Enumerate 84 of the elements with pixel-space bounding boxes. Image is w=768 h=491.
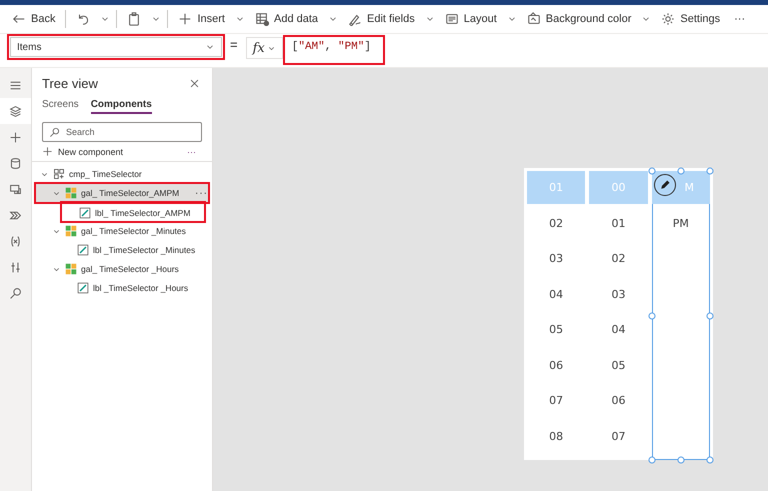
pen-icon bbox=[348, 12, 362, 26]
property-dropdown[interactable]: Items bbox=[10, 37, 222, 57]
gallery-item[interactable]: 02 bbox=[589, 242, 648, 275]
resize-handle[interactable] bbox=[706, 456, 714, 464]
database-icon bbox=[9, 156, 22, 170]
gallery-item[interactable]: 05 bbox=[589, 348, 648, 382]
plus-icon bbox=[42, 146, 53, 157]
tree-item-label: cmp_ TimeSelector bbox=[69, 169, 142, 179]
panel-title: Tree view bbox=[42, 76, 98, 91]
resize-handle[interactable] bbox=[648, 456, 656, 464]
plus-icon bbox=[9, 130, 22, 144]
tree-item[interactable]: lbl _TimeSelector _Hours bbox=[36, 279, 208, 297]
search-field[interactable]: Search bbox=[42, 122, 202, 142]
label-icon bbox=[77, 282, 89, 294]
resize-handle[interactable] bbox=[677, 456, 684, 464]
variable-icon bbox=[9, 234, 22, 248]
label-icon bbox=[79, 206, 91, 218]
clipboard-icon bbox=[127, 12, 142, 26]
tree-item[interactable]: gal_ TimeSelector _Hours bbox=[36, 260, 208, 278]
gallery-item[interactable]: 04 bbox=[589, 313, 648, 346]
toolbar-button[interactable]: Back bbox=[6, 9, 62, 29]
toolbar-button[interactable]: Settings bbox=[655, 9, 726, 29]
tools-icon bbox=[9, 260, 22, 274]
resize-handle[interactable] bbox=[706, 312, 714, 319]
gallery-item[interactable]: PM bbox=[652, 206, 710, 240]
tree-item-label: lbl _TimeSelector _Minutes bbox=[93, 245, 196, 255]
search-icon bbox=[9, 286, 22, 300]
gallery-item[interactable]: 01 bbox=[589, 206, 648, 240]
gallery-item[interactable]: 03 bbox=[589, 278, 648, 310]
resize-handle[interactable] bbox=[648, 168, 656, 174]
toolbar-button[interactable]: Edit fields bbox=[342, 9, 421, 29]
gallery-item[interactable]: 06 bbox=[589, 384, 648, 417]
edit-icon[interactable] bbox=[654, 174, 676, 196]
table-icon bbox=[254, 12, 269, 26]
palette-icon bbox=[526, 12, 541, 26]
gallery-item[interactable]: 07 bbox=[527, 384, 586, 417]
tree-item-label: gal_ TimeSelector _Hours bbox=[81, 264, 179, 274]
undo-icon bbox=[76, 12, 90, 26]
rail-button[interactable] bbox=[0, 98, 31, 124]
resize-handle[interactable] bbox=[648, 312, 656, 319]
media-icon bbox=[9, 182, 22, 196]
close-button[interactable] bbox=[189, 78, 200, 89]
tree-item[interactable]: lbl _TimeSelector _Minutes bbox=[36, 241, 208, 259]
tree-item[interactable]: lbl_ TimeSelector_AMPM bbox=[62, 203, 204, 221]
gallery-item[interactable]: 05 bbox=[527, 313, 586, 346]
gallery-item[interactable]: 07 bbox=[589, 420, 648, 452]
formula-field[interactable]: ["AM", "PM"] bbox=[282, 35, 385, 65]
layout-icon bbox=[444, 12, 459, 26]
gallery-icon bbox=[65, 225, 77, 237]
resize-handle[interactable] bbox=[706, 168, 714, 174]
more-button[interactable]: ··· bbox=[728, 10, 752, 28]
tree-item[interactable]: gal_ TimeSelector _Minutes bbox=[36, 222, 208, 240]
gallery-icon bbox=[65, 263, 77, 275]
gallery-item[interactable]: 03 bbox=[527, 242, 586, 275]
settings-icon bbox=[661, 12, 676, 26]
new-component-button[interactable]: New component bbox=[42, 146, 124, 157]
resize-handle[interactable] bbox=[677, 168, 684, 174]
tree-item[interactable]: gal_ TimeSelector_AMPM ··· bbox=[36, 184, 208, 202]
gallery-item[interactable]: 06 bbox=[527, 348, 586, 382]
more-button[interactable]: ··· bbox=[195, 188, 208, 198]
gallery-item[interactable]: 08 bbox=[527, 420, 586, 452]
toolbar-button[interactable]: Layout bbox=[438, 9, 503, 29]
more-button[interactable]: ··· bbox=[187, 146, 196, 156]
toolbar-button[interactable]: Add data bbox=[248, 9, 324, 29]
close-icon bbox=[189, 78, 200, 89]
tree-item-label: gal_ TimeSelector _Minutes bbox=[81, 226, 186, 236]
tab[interactable]: Screens bbox=[42, 97, 79, 114]
gallery-icon bbox=[65, 187, 77, 199]
equals-sign: = bbox=[230, 37, 238, 52]
gallery-item[interactable]: 02 bbox=[527, 206, 586, 240]
search-icon bbox=[49, 126, 60, 138]
tab[interactable]: Components bbox=[90, 97, 152, 114]
tree-item-label: lbl _TimeSelector _Hours bbox=[93, 283, 188, 293]
toolbar-button[interactable]: Background color bbox=[520, 9, 638, 29]
layers-icon bbox=[9, 104, 22, 118]
tree-item-label: lbl_ TimeSelector_AMPM bbox=[95, 208, 190, 218]
gallery-item[interactable]: 04 bbox=[527, 278, 586, 310]
label-icon bbox=[77, 244, 89, 256]
toolbar-button[interactable]: Insert bbox=[172, 9, 231, 29]
tree-item[interactable]: cmp_ TimeSelector bbox=[36, 165, 208, 183]
tree-item-label: gal_ TimeSelector_AMPM bbox=[81, 188, 180, 198]
plus-icon bbox=[178, 12, 192, 26]
component-icon bbox=[53, 168, 65, 180]
fx-button[interactable]: fx bbox=[246, 37, 283, 59]
